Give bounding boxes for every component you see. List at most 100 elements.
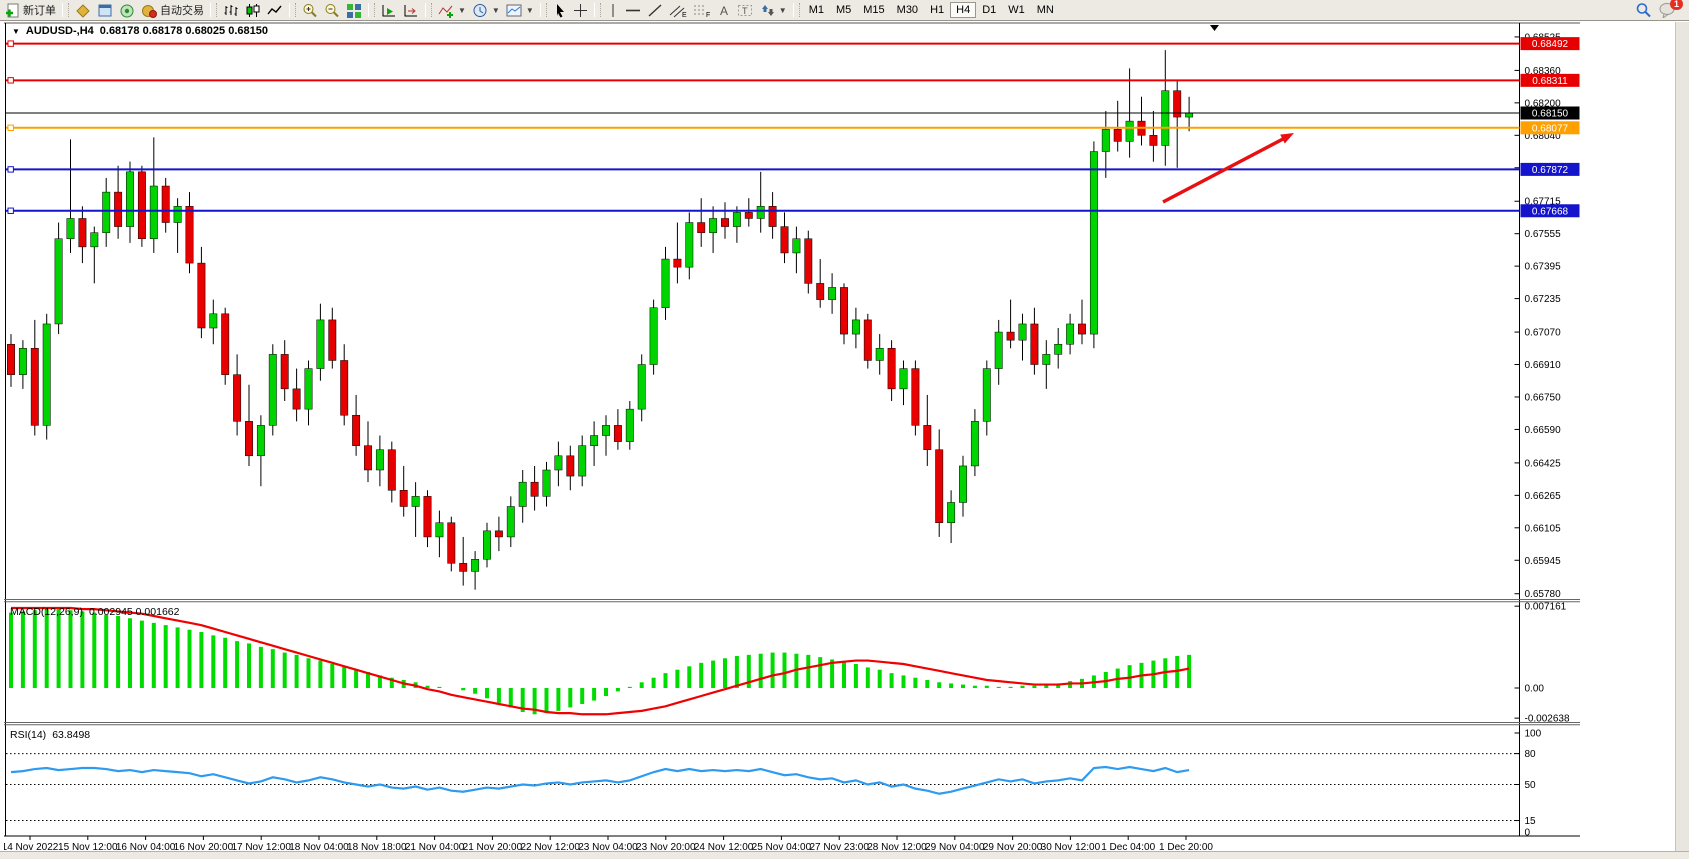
search-button[interactable] xyxy=(1632,1,1655,19)
svg-text:0.68077: 0.68077 xyxy=(1532,123,1569,134)
svg-text:15: 15 xyxy=(1525,816,1537,827)
text-label-icon: T xyxy=(737,3,753,18)
chart-shift-icon xyxy=(403,3,419,18)
auto-trading-button[interactable]: 自动交易 xyxy=(138,1,207,19)
text-tool-button[interactable]: A xyxy=(714,1,734,19)
auto-trading-icon xyxy=(141,3,157,18)
price-tick: 0.65780 xyxy=(1525,589,1562,600)
trendline-button[interactable] xyxy=(644,1,666,19)
chart-ohlc-values: 0.68178 0.68178 0.68025 0.68150 xyxy=(100,25,268,37)
macd-label: MACD(12,26,9) 0.002945 0.001662 xyxy=(10,606,179,618)
zoom-out-icon xyxy=(324,3,340,18)
macd-name: MACD(12,26,9) xyxy=(10,606,83,618)
price-tick: 0.67235 xyxy=(1525,294,1562,305)
chart-title: ▼ AUDUSD-,H4 0.68178 0.68178 0.68025 0.6… xyxy=(12,25,268,37)
periods-button[interactable]: ▼ xyxy=(469,1,503,19)
crosshair-icon xyxy=(573,3,588,18)
indicators-button[interactable]: ▼ xyxy=(435,1,469,19)
vertical-line-icon xyxy=(607,3,619,18)
trendline-icon xyxy=(647,3,663,18)
chat-button[interactable]: 1 xyxy=(1659,2,1677,18)
new-order-button[interactable]: 新订单 xyxy=(2,1,59,19)
vertical-line-button[interactable] xyxy=(604,1,622,19)
timeframe-m15-button[interactable]: M15 xyxy=(857,2,890,18)
data-window-icon xyxy=(97,3,113,18)
shapes-button[interactable]: ▼ xyxy=(756,1,790,19)
rsi-label: RSI(14) 63.8498 xyxy=(10,729,90,741)
chart-bars-button[interactable] xyxy=(220,1,242,19)
svg-text:-0.002638: -0.002638 xyxy=(1525,714,1570,725)
svg-text:0.007161: 0.007161 xyxy=(1525,602,1567,613)
rsi-name: RSI(14) xyxy=(10,729,46,741)
equidistant-channel-button[interactable]: E xyxy=(666,1,690,19)
fibonacci-button[interactable]: F xyxy=(690,1,714,19)
price-tick: 0.66425 xyxy=(1525,458,1562,469)
svg-text:100: 100 xyxy=(1525,729,1542,740)
timeframe-d1-button[interactable]: D1 xyxy=(976,2,1002,18)
chart-window[interactable]: 0.685250.683600.682000.680400.678800.677… xyxy=(4,22,1585,853)
text-a-icon: A xyxy=(717,3,731,18)
price-tick: 0.66910 xyxy=(1525,360,1562,371)
dropdown-caret: ▼ xyxy=(779,6,787,15)
symbol-dropdown-icon[interactable]: ▼ xyxy=(12,27,20,36)
svg-text:0.67872: 0.67872 xyxy=(1532,165,1569,176)
arrows-shapes-icon xyxy=(759,3,775,18)
svg-text:50: 50 xyxy=(1525,780,1537,791)
candlestick-chart-icon xyxy=(245,3,261,18)
chart-candles-button[interactable] xyxy=(242,1,264,19)
auto-scroll-icon xyxy=(381,3,397,18)
right-gutter xyxy=(1675,22,1689,852)
chart-shift-button[interactable] xyxy=(400,1,422,19)
svg-text:0.68150: 0.68150 xyxy=(1532,109,1569,120)
timeframe-m30-button[interactable]: M30 xyxy=(891,2,924,18)
market-watch-button[interactable] xyxy=(72,1,94,19)
timeframe-mn-button[interactable]: MN xyxy=(1031,2,1060,18)
horizontal-line-icon xyxy=(625,3,641,18)
dropdown-caret: ▼ xyxy=(458,6,466,15)
timeframe-h4-button[interactable]: H4 xyxy=(950,2,976,18)
time-axis[interactable] xyxy=(30,836,1186,840)
templates-button[interactable]: ▼ xyxy=(503,1,537,19)
text-label-button[interactable]: T xyxy=(734,1,756,19)
main-toolbar: 新订单 自动交易 ▼ ▼ xyxy=(0,0,1689,21)
svg-text:A: A xyxy=(720,4,728,18)
svg-text:E: E xyxy=(682,12,687,18)
search-icon xyxy=(1635,2,1652,18)
svg-text:0.68492: 0.68492 xyxy=(1532,39,1569,50)
svg-text:0.67668: 0.67668 xyxy=(1532,206,1569,217)
auto-scroll-button[interactable] xyxy=(378,1,400,19)
market-watch-icon xyxy=(75,3,91,18)
horizontal-line-button[interactable] xyxy=(622,1,644,19)
price-tick: 0.66750 xyxy=(1525,392,1562,403)
zoom-out-button[interactable] xyxy=(321,1,343,19)
price-tick: 0.67555 xyxy=(1525,229,1562,240)
toolbar-grip xyxy=(793,3,800,17)
svg-text:0.68311: 0.68311 xyxy=(1532,76,1568,87)
toolbar-grip xyxy=(540,3,547,17)
toolbar-grip xyxy=(289,3,296,17)
cursor-button[interactable] xyxy=(550,1,570,19)
timeframe-h1-button[interactable]: H1 xyxy=(924,2,950,18)
line-chart-icon xyxy=(267,3,283,18)
new-order-label: 新订单 xyxy=(23,2,56,18)
data-window-button[interactable] xyxy=(94,1,116,19)
zoom-in-button[interactable] xyxy=(299,1,321,19)
price-tick: 0.66105 xyxy=(1525,523,1562,534)
channel-icon: E xyxy=(669,3,687,18)
chart-canvas[interactable]: 0.685250.683600.682000.680400.678800.677… xyxy=(4,22,1585,853)
crosshair-button[interactable] xyxy=(570,1,591,19)
signals-icon xyxy=(119,3,135,18)
macd-values: 0.002945 0.001662 xyxy=(89,606,180,618)
timeframe-w1-button[interactable]: W1 xyxy=(1002,2,1031,18)
template-icon xyxy=(506,3,522,18)
signals-button[interactable] xyxy=(116,1,138,19)
toolbar-grip xyxy=(594,3,601,17)
svg-text:F: F xyxy=(706,12,710,18)
price-tick: 0.66590 xyxy=(1525,425,1562,436)
tile-windows-button[interactable] xyxy=(343,1,365,19)
timeframe-m5-button[interactable]: M5 xyxy=(830,2,857,18)
chart-line-button[interactable] xyxy=(264,1,286,19)
timeframe-m1-button[interactable]: M1 xyxy=(803,2,830,18)
status-bar xyxy=(0,851,1689,859)
svg-text:0.00: 0.00 xyxy=(1525,684,1545,695)
